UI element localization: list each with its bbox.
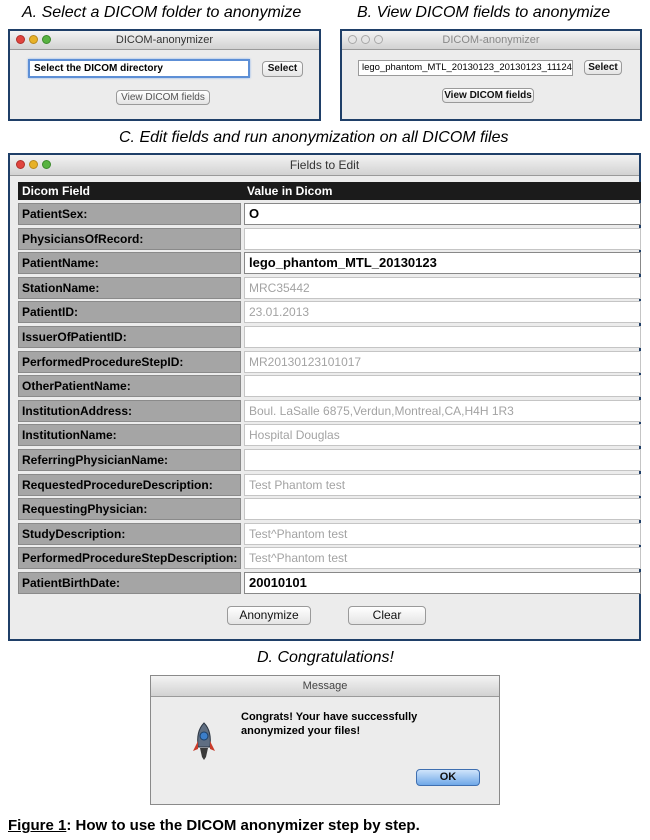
anonymize-button[interactable]: Anonymize — [227, 606, 311, 625]
clear-button[interactable]: Clear — [348, 606, 426, 625]
close-icon[interactable] — [348, 35, 357, 44]
column-header-value: Value in Dicom — [247, 184, 333, 198]
window-c-title: Fields to Edit — [289, 158, 360, 172]
field-label: InstitutionName: — [18, 424, 241, 447]
step-b-caption: B. View DICOM fields to anonymize — [357, 4, 611, 21]
field-value-input[interactable]: MR20130123101017 — [244, 350, 641, 373]
field-label: StudyDescription: — [18, 522, 241, 545]
select-button[interactable]: Select — [262, 61, 303, 77]
window-b-titlebar: DICOM-anonymizer — [342, 31, 640, 50]
field-value-input[interactable]: O — [244, 203, 641, 225]
field-label: OtherPatientName: — [18, 375, 241, 398]
field-value-input[interactable]: 20010101 — [244, 572, 641, 594]
window-fields-to-edit: Fields to Edit Dicom Field Value in Dico… — [8, 153, 641, 641]
view-dicom-fields-button[interactable]: View DICOM fields — [442, 88, 534, 103]
step-c-caption: C. Edit fields and run anonymization on … — [119, 129, 509, 146]
field-value-input[interactable]: Hospital Douglas — [244, 424, 641, 447]
field-label: ReferringPhysicianName: — [18, 449, 241, 471]
figure-caption-label: Figure 1 — [8, 817, 67, 834]
field-value-input[interactable] — [244, 227, 641, 250]
ok-button[interactable]: OK — [416, 769, 480, 786]
field-value-input[interactable] — [244, 375, 641, 398]
field-label: RequestedProcedureDescription: — [18, 473, 241, 496]
window-a-titlebar: DICOM-anonymizer — [10, 31, 319, 50]
rocket-icon — [191, 721, 217, 761]
field-label: PhysiciansOfRecord: — [18, 227, 241, 250]
field-label: PatientName: — [18, 252, 241, 275]
field-label: RequestingPhysician: — [18, 498, 241, 521]
field-value-input[interactable] — [244, 449, 641, 471]
zoom-icon[interactable] — [42, 160, 51, 169]
field-label: InstitutionAddress: — [18, 399, 241, 422]
field-label: PatientBirthDate: — [18, 572, 241, 594]
zoom-icon[interactable] — [374, 35, 383, 44]
window-view-fields: DICOM-anonymizer lego_phantom_MTL_201301… — [340, 29, 642, 121]
window-controls — [348, 35, 383, 44]
minimize-icon[interactable] — [361, 35, 370, 44]
close-icon[interactable] — [16, 160, 25, 169]
field-value-input[interactable] — [244, 326, 641, 348]
field-value-input[interactable]: MRC35442 — [244, 276, 641, 299]
view-dicom-fields-button[interactable]: View DICOM fields — [116, 90, 210, 105]
select-button[interactable]: Select — [584, 60, 622, 75]
window-a-title: DICOM-anonymizer — [115, 34, 214, 46]
field-label: PatientID: — [18, 301, 241, 324]
minimize-icon[interactable] — [29, 160, 38, 169]
message-line-2: anonymized your files! — [241, 725, 361, 737]
window-c-titlebar: Fields to Edit — [10, 155, 639, 176]
window-d-titlebar: Message — [151, 676, 499, 697]
figure-caption-text: : How to use the DICOM anonymizer step b… — [66, 817, 420, 834]
field-value-input[interactable]: Boul. LaSalle 6875,Verdun,Montreal,CA,H4… — [244, 399, 641, 422]
window-controls — [16, 160, 51, 169]
table-header: Dicom Field Value in Dicom — [18, 182, 641, 200]
message-line-1: Congrats! Your have successfully — [241, 711, 418, 723]
field-value-input[interactable]: Test^Phantom test — [244, 547, 641, 570]
directory-input[interactable]: Select the DICOM directory — [28, 59, 250, 78]
step-d-caption: D. Congratulations! — [257, 649, 394, 666]
window-b-title: DICOM-anonymizer — [442, 34, 540, 46]
field-value-input[interactable] — [244, 498, 641, 521]
field-label: PerformedProcedureStepDescription: — [18, 547, 241, 570]
directory-input[interactable]: lego_phantom_MTL_20130123_20130123_11124 — [358, 60, 573, 76]
step-a-caption: A. Select a DICOM folder to anonymize — [22, 4, 302, 21]
zoom-icon[interactable] — [42, 35, 51, 44]
message-dialog: Message Congrats! Your have successfully… — [150, 675, 500, 805]
close-icon[interactable] — [16, 35, 25, 44]
window-d-title: Message — [302, 680, 348, 692]
window-select-directory: DICOM-anonymizer Select the DICOM direct… — [8, 29, 321, 121]
message-text: Congrats! Your have successfully anonymi… — [241, 710, 417, 738]
field-value-input[interactable]: lego_phantom_MTL_20130123 — [244, 252, 641, 275]
field-label: StationName: — [18, 276, 241, 299]
field-value-input[interactable]: Test^Phantom test — [244, 522, 641, 545]
column-header-field: Dicom Field — [22, 184, 91, 198]
minimize-icon[interactable] — [29, 35, 38, 44]
field-label: IssuerOfPatientID: — [18, 326, 241, 348]
field-label: PerformedProcedureStepID: — [18, 350, 241, 373]
field-label: PatientSex: — [18, 203, 241, 225]
figure-caption: Figure 1: How to use the DICOM anonymize… — [8, 817, 420, 834]
field-value-input[interactable]: 23.01.2013 — [244, 301, 641, 324]
field-value-input[interactable]: Test Phantom test — [244, 473, 641, 496]
window-controls — [16, 35, 51, 44]
